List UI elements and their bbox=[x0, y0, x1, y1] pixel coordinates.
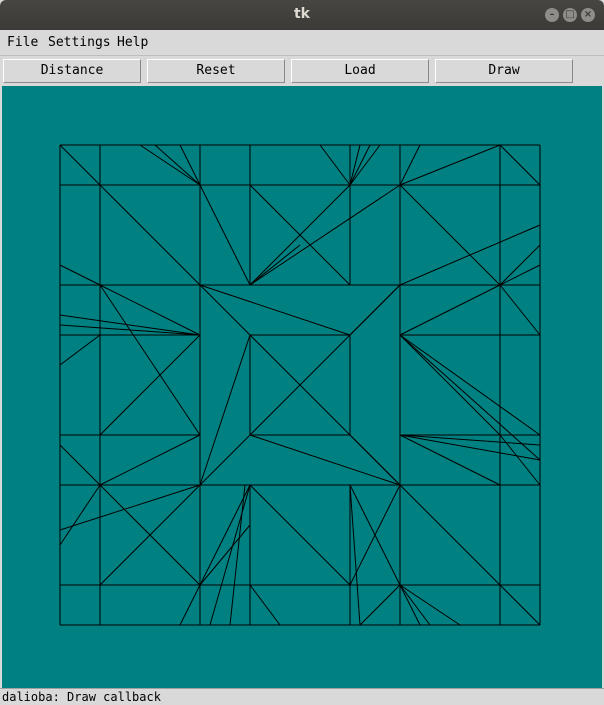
menu-settings[interactable]: Settings bbox=[48, 35, 111, 50]
crease-line bbox=[249, 184, 401, 286]
crease-line bbox=[499, 244, 541, 286]
menu-help[interactable]: Help bbox=[117, 35, 148, 50]
crease-line bbox=[349, 284, 401, 336]
menu-file[interactable]: File bbox=[7, 35, 38, 50]
crease-line bbox=[399, 334, 541, 461]
crease-line bbox=[399, 144, 501, 186]
crease-line bbox=[229, 484, 246, 626]
crease-line bbox=[399, 184, 501, 286]
crease-line bbox=[59, 484, 101, 546]
crease-line bbox=[209, 484, 251, 626]
distance-button[interactable]: Distance bbox=[3, 59, 141, 83]
close-icon[interactable]: × bbox=[581, 8, 595, 22]
crease-line bbox=[399, 334, 501, 436]
maximize-icon[interactable]: □ bbox=[563, 8, 577, 22]
draw-button[interactable]: Draw bbox=[435, 59, 573, 83]
crease-line bbox=[99, 284, 201, 436]
crease-line bbox=[399, 334, 541, 436]
crease-line bbox=[59, 144, 101, 186]
crease-line bbox=[399, 144, 421, 186]
menu-bar: File Settings Help bbox=[0, 30, 604, 56]
crease-line bbox=[139, 144, 201, 186]
crease-line bbox=[349, 484, 361, 626]
crease-line bbox=[99, 434, 201, 486]
crease-line bbox=[179, 584, 201, 626]
crease-line bbox=[199, 284, 351, 336]
crease-line bbox=[59, 444, 101, 486]
crease-line bbox=[59, 264, 101, 286]
crease-line bbox=[399, 284, 501, 336]
crease-line bbox=[359, 584, 401, 626]
crease-line bbox=[499, 584, 541, 626]
app-window: tk – □ × File Settings Help Distance Res… bbox=[0, 0, 604, 705]
crease-line bbox=[199, 284, 251, 336]
window-title: tk bbox=[293, 6, 310, 22]
minimize-icon[interactable]: – bbox=[545, 8, 559, 22]
crease-line bbox=[199, 434, 251, 486]
crease-line bbox=[399, 484, 501, 586]
title-bar[interactable]: tk – □ × bbox=[0, 0, 604, 30]
crease-line bbox=[59, 484, 201, 531]
status-bar: dalioba: Draw callback bbox=[0, 688, 604, 705]
crease-line bbox=[179, 144, 201, 186]
load-button[interactable]: Load bbox=[291, 59, 429, 83]
toolbar: Distance Reset Load Draw bbox=[0, 56, 604, 86]
crease-line bbox=[199, 184, 251, 286]
crease-line bbox=[399, 584, 431, 626]
crease-line bbox=[399, 584, 461, 626]
crease-line bbox=[399, 584, 421, 626]
crease-line bbox=[499, 264, 541, 286]
crease-line bbox=[349, 434, 401, 486]
crease-line bbox=[249, 484, 351, 586]
crease-line bbox=[249, 584, 281, 626]
crease-line bbox=[154, 144, 201, 186]
crease-line bbox=[349, 144, 371, 186]
crease-line bbox=[199, 334, 251, 486]
status-text: dalioba: Draw callback bbox=[2, 690, 161, 704]
crease-line bbox=[249, 434, 401, 486]
reset-button[interactable]: Reset bbox=[147, 59, 285, 83]
crease-pattern-svg bbox=[59, 144, 541, 626]
drawing-canvas[interactable] bbox=[2, 86, 602, 688]
crease-line bbox=[199, 484, 251, 586]
crease-line bbox=[99, 184, 201, 286]
crease-line bbox=[59, 334, 101, 366]
crease-line bbox=[249, 244, 301, 286]
crease-line bbox=[99, 334, 201, 436]
crease-line bbox=[499, 144, 541, 186]
crease-line bbox=[319, 144, 351, 186]
crease-line bbox=[499, 284, 541, 336]
crease-line bbox=[399, 434, 541, 461]
crease-line bbox=[399, 434, 501, 486]
crease-line bbox=[399, 434, 541, 446]
